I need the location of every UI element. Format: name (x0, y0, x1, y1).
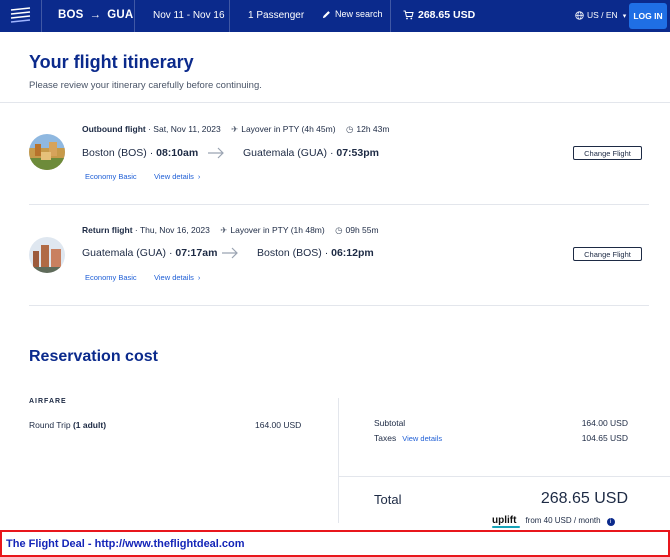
section-divider (0, 102, 670, 103)
view-details-label: View details (154, 273, 194, 282)
layover-info: Layover in PTY (4h 45m) (241, 124, 336, 134)
destination-code: GUA (107, 9, 134, 21)
trip-type: Round Trip (1 adult) (29, 420, 106, 430)
departure-city: Guatemala (GUA) (82, 247, 167, 259)
change-flight-button[interactable]: Change Flight (573, 247, 642, 261)
plane-icon: ✈ (220, 225, 228, 235)
reservation-cost-title: Reservation cost (29, 348, 158, 365)
cart-button[interactable]: 268.65 USD (403, 9, 475, 21)
uplift-financing[interactable]: uplift from 40 USD / month i (492, 515, 615, 528)
info-icon[interactable]: i (606, 518, 615, 526)
destination-photo (29, 134, 65, 170)
taxes-row: Taxes View details (374, 433, 442, 443)
airfare-label: AIRFARE (29, 398, 67, 405)
uplift-monthly-price: from 40 USD / month (525, 516, 601, 525)
flight-duration: 09h 55m (345, 225, 379, 235)
arrow-right-icon (208, 147, 224, 159)
clock-icon: ◷ (345, 124, 354, 134)
flight-label: Outbound flight (82, 124, 146, 134)
total-divider (339, 476, 670, 477)
chevron-down-icon: ▾ (622, 13, 627, 20)
flight-label: Return flight (82, 225, 133, 235)
cart-icon (403, 10, 414, 20)
section-divider (29, 204, 649, 205)
flight-meta: Return flight · Thu, Nov 16, 2023 ✈ Layov… (82, 225, 379, 235)
header-divider (41, 0, 42, 32)
flight-meta: Outbound flight · Sat, Nov 11, 2023 ✈ Lay… (82, 124, 390, 134)
arrival-city: Guatemala (GUA) (243, 147, 328, 159)
plane-icon: ✈ (231, 124, 239, 134)
subtotal-amount: 164.00 USD (581, 418, 628, 428)
new-search-button[interactable]: New search (322, 9, 383, 19)
total-amount: 268.65 USD (540, 490, 628, 507)
arrival-city: Boston (BOS) (257, 247, 322, 259)
page-title: Your flight itinerary (29, 52, 194, 72)
fare-type-link[interactable]: Economy Basic (85, 172, 137, 181)
trip-amount: 164.00 USD (255, 420, 302, 430)
cart-total: 268.65 USD (418, 9, 476, 21)
departure-time: 08:10am (156, 147, 199, 159)
departure-city: Boston (BOS) (82, 147, 147, 159)
header-divider (134, 0, 135, 32)
change-flight-button[interactable]: Change Flight (573, 146, 642, 160)
arrival-time: 07:53pm (336, 147, 379, 159)
chevron-right-icon: › (197, 273, 201, 282)
flight-duration: 12h 43m (356, 124, 390, 134)
origin-photo (29, 237, 65, 273)
locale-label: US / EN (587, 10, 618, 20)
new-search-label: New search (335, 9, 383, 19)
travel-dates[interactable]: Nov 11 - Nov 16 (153, 10, 225, 21)
layover-info: Layover in PTY (1h 48m) (230, 225, 325, 235)
fare-type-link[interactable]: Economy Basic (85, 273, 137, 282)
taxes-label: Taxes (374, 433, 397, 443)
subtotal-label: Subtotal (374, 418, 406, 428)
uplift-logo: uplift (492, 515, 521, 528)
route-summary[interactable]: BOS → GUA (58, 9, 133, 21)
arrival-info: Boston (BOS) · 06:12pm (257, 247, 374, 259)
airline-logo[interactable] (8, 4, 34, 28)
arrow-right-icon (222, 247, 238, 259)
watermark-text: The Flight Deal - http://www.theflightde… (6, 538, 245, 550)
arrival-time: 06:12pm (331, 247, 374, 259)
pencil-icon (322, 11, 330, 19)
view-details-label: View details (154, 172, 194, 181)
taxes-amount: 104.65 USD (581, 433, 628, 443)
flight-date: Thu, Nov 16, 2023 (139, 225, 210, 235)
departure-info: Boston (BOS) · 08:10am (82, 147, 199, 159)
passenger-count[interactable]: 1 Passenger (248, 10, 304, 21)
section-divider (29, 305, 649, 306)
cost-column-divider (338, 398, 339, 523)
outbound-flight-card: Outbound flight · Sat, Nov 11, 2023 ✈ Lay… (0, 118, 670, 188)
locale-selector[interactable]: US / EN ▾ (575, 10, 626, 20)
header-divider (390, 0, 391, 32)
arrival-info: Guatemala (GUA) · 07:53pm (243, 147, 379, 159)
taxes-view-details-link[interactable]: View details (402, 434, 442, 443)
view-details-link[interactable]: View details › (154, 273, 200, 282)
flight-date: Sat, Nov 11, 2023 (153, 124, 221, 134)
traveler-count: (1 adult) (72, 420, 107, 430)
return-flight-card: Return flight · Thu, Nov 16, 2023 ✈ Layov… (0, 219, 670, 289)
login-button[interactable]: LOG IN (629, 3, 667, 29)
clock-icon: ◷ (335, 225, 343, 235)
page-subtitle: Please review your itinerary carefully b… (29, 80, 262, 91)
view-details-link[interactable]: View details › (154, 172, 200, 181)
arrow-right-icon: → (89, 9, 102, 21)
watermark-banner: The Flight Deal - http://www.theflightde… (0, 530, 670, 557)
total-label: Total (374, 492, 402, 507)
departure-info: Guatemala (GUA) · 07:17am (82, 247, 218, 259)
departure-time: 07:17am (175, 247, 218, 259)
top-navigation-bar: BOS → GUA Nov 11 - Nov 16 1 Passenger New … (0, 0, 670, 32)
globe-icon (575, 11, 584, 20)
origin-code: BOS (58, 9, 84, 21)
header-divider (229, 0, 230, 32)
chevron-right-icon: › (197, 172, 201, 181)
trip-type-label: Round Trip (29, 420, 71, 430)
